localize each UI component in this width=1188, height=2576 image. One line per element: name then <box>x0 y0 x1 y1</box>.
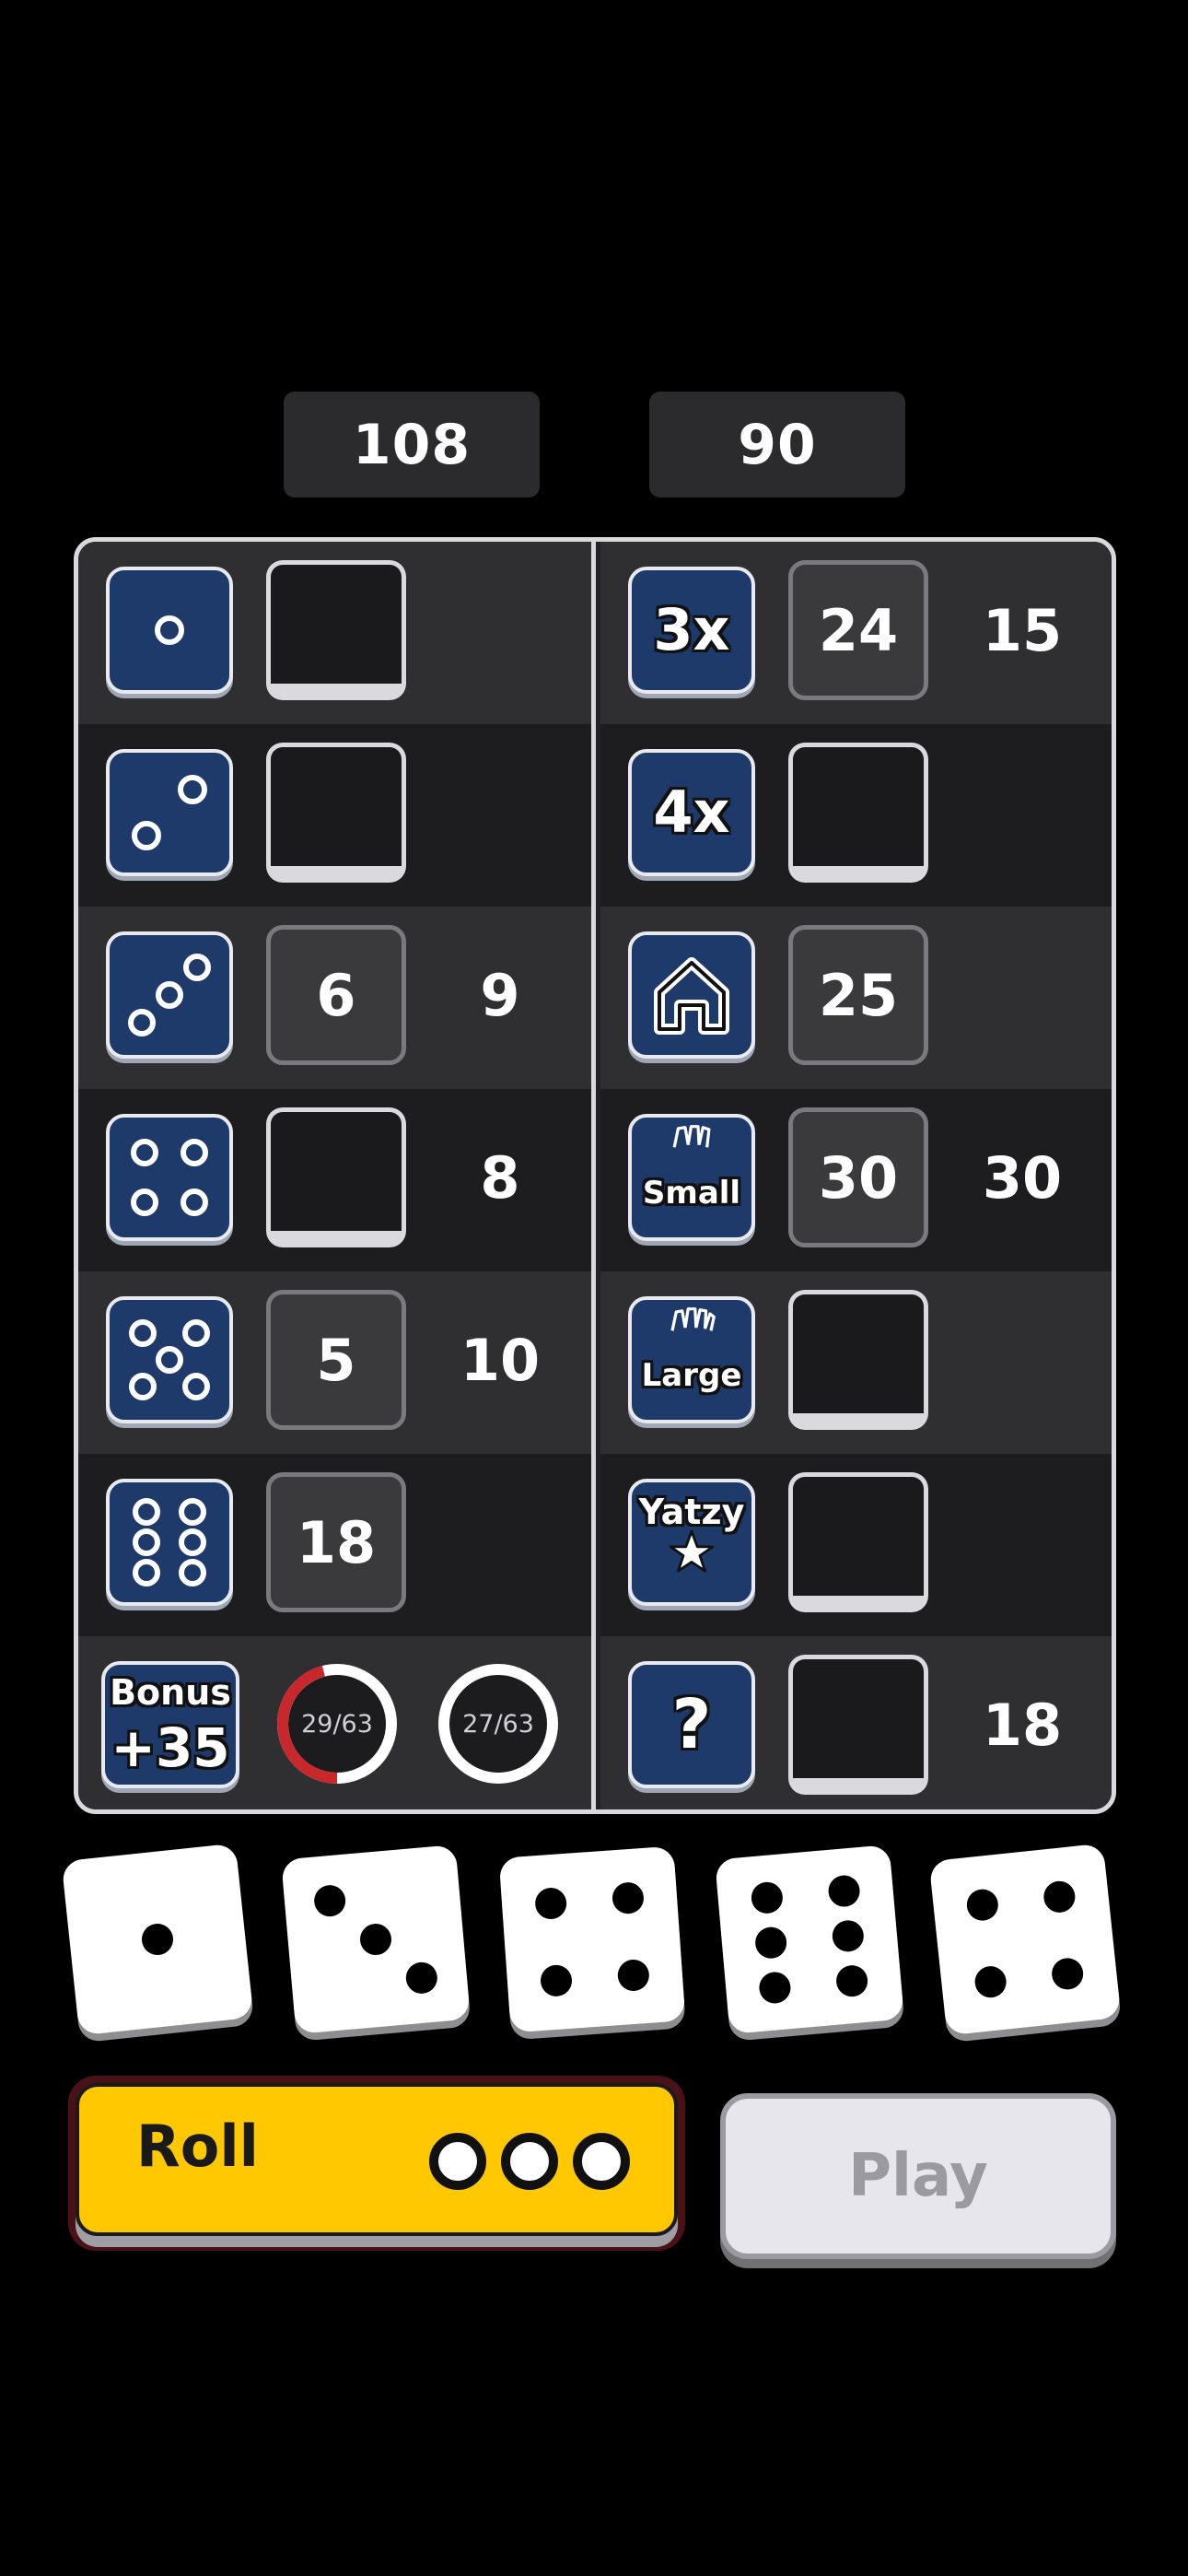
rolls-left-indicator <box>573 2133 630 2190</box>
upper-row-threes[interactable]: 6 9 <box>78 907 596 1089</box>
potential-full-house <box>958 907 1087 1083</box>
potential-yatzy <box>958 1454 1087 1631</box>
score-cell-chance[interactable] <box>788 1655 928 1795</box>
lower-row-large-straight[interactable]: Large <box>600 1271 1112 1454</box>
upper-row-sixes[interactable]: 18 <box>78 1454 596 1636</box>
die-pip <box>616 1958 650 1992</box>
score-cell-fives[interactable]: 5 <box>266 1290 406 1430</box>
die-pip <box>826 1873 861 1908</box>
score-cell-full-house[interactable]: 25 <box>788 925 928 1065</box>
upper-row-fives[interactable]: 5 10 <box>78 1271 596 1454</box>
bonus-label: Bonus <box>110 1672 231 1713</box>
bonus-progress-player2-label: 27/63 <box>462 1709 534 1739</box>
die-pip <box>611 1881 645 1915</box>
die-1[interactable] <box>61 1843 254 2036</box>
potential-fours: 8 <box>480 1143 520 1212</box>
potential-threes: 9 <box>480 961 520 1029</box>
bonus-icon: Bonus +35 <box>101 1661 239 1788</box>
lower-row-three-of-a-kind[interactable]: 3x 24 15 <box>600 542 1112 724</box>
lower-row-full-house[interactable]: 25 <box>600 907 1112 1089</box>
score-cell-three-of-a-kind[interactable]: 24 <box>788 560 928 700</box>
upper-row-fours[interactable]: 8 <box>78 1089 596 1271</box>
die-pip <box>540 1963 574 1997</box>
chance-icon: ? <box>628 1661 755 1788</box>
two-pip-die-icon <box>106 749 233 876</box>
score-cell-twos[interactable] <box>266 743 406 883</box>
small-straight-icon: Small <box>628 1114 755 1241</box>
potential-sixes <box>436 1454 565 1631</box>
die-2[interactable] <box>281 1844 471 2034</box>
lower-row-yatzy[interactable]: Yatzy <box>600 1454 1112 1636</box>
five-pip-die-icon <box>106 1296 233 1423</box>
roll-button[interactable]: Roll <box>68 2076 685 2251</box>
potential-fives: 10 <box>460 1326 541 1394</box>
lower-row-four-of-a-kind[interactable]: 4x <box>600 724 1112 907</box>
player1-score: 108 <box>284 392 540 498</box>
die-pip <box>403 1961 438 1995</box>
potential-chance: 18 <box>982 1691 1063 1759</box>
die-pip <box>834 1964 869 1998</box>
potential-four-of-a-kind <box>958 724 1087 901</box>
die-pip <box>831 1918 866 1953</box>
die-pip <box>1050 1956 1085 1991</box>
three-pip-die-icon <box>106 931 233 1059</box>
score-cell-sixes[interactable]: 18 <box>266 1472 406 1612</box>
score-cell-threes[interactable]: 6 <box>266 925 406 1065</box>
bonus-progress-player1: 29/63 <box>275 1662 399 1786</box>
die-4[interactable] <box>715 1844 904 2034</box>
bonus-amount: +35 <box>111 1716 230 1779</box>
score-cell-ones[interactable] <box>266 560 406 700</box>
potential-ones <box>436 542 565 719</box>
four-pip-die-icon <box>106 1114 233 1241</box>
score-cell-large-straight[interactable] <box>788 1290 928 1430</box>
die-pip <box>1042 1879 1077 1914</box>
lower-section: 3x 24 15 4x 25 Small 30 30 Large Yatzy ?… <box>600 542 1112 1809</box>
large-straight-icon: Large <box>628 1296 755 1423</box>
lower-row-chance[interactable]: ? 18 <box>600 1636 1112 1809</box>
rolls-left-indicator <box>429 2133 486 2190</box>
upper-row-twos[interactable] <box>78 724 596 907</box>
bonus-progress-player1-label: 29/63 <box>301 1709 373 1739</box>
upper-row-ones[interactable] <box>78 542 596 724</box>
upper-bonus-row: Bonus +35 29/63 27/63 <box>78 1636 596 1809</box>
potential-three-of-a-kind: 15 <box>982 596 1063 664</box>
die-pip <box>965 1888 1000 1923</box>
full-house-icon <box>628 931 755 1059</box>
four-of-a-kind-icon: 4x <box>628 749 755 876</box>
die-5[interactable] <box>928 1843 1122 2036</box>
score-cell-four-of-a-kind[interactable] <box>788 743 928 883</box>
die-pip <box>313 1884 348 1918</box>
die-pip <box>750 1880 785 1914</box>
die-pip <box>140 1922 175 1957</box>
die-pip <box>534 1887 568 1921</box>
die-pip <box>753 1926 788 1961</box>
one-pip-die-icon <box>106 567 233 694</box>
scorecard: 6 9 8 5 10 18 Bonus +35 29/63 27/63 3x 2… <box>74 537 1116 1814</box>
three-of-a-kind-icon: 3x <box>628 567 755 694</box>
score-cell-fours[interactable] <box>266 1107 406 1247</box>
play-button[interactable]: Play <box>720 2093 1116 2259</box>
die-3[interactable] <box>498 1845 686 2033</box>
score-cell-small-straight[interactable]: 30 <box>788 1107 928 1247</box>
potential-twos <box>436 724 565 901</box>
roll-button-label: Roll <box>136 2113 259 2180</box>
player2-score: 90 <box>649 392 905 498</box>
upper-section: 6 9 8 5 10 18 Bonus +35 29/63 27/63 <box>78 542 596 1809</box>
yatzy-icon: Yatzy <box>628 1479 755 1606</box>
bonus-progress-player2: 27/63 <box>437 1662 560 1786</box>
die-pip <box>973 1964 1008 1999</box>
potential-large-straight <box>958 1271 1087 1448</box>
lower-row-small-straight[interactable]: Small 30 30 <box>600 1089 1112 1271</box>
section-divider <box>591 542 596 1809</box>
potential-small-straight: 30 <box>982 1143 1063 1212</box>
six-pip-die-icon <box>106 1479 233 1606</box>
score-cell-yatzy[interactable] <box>788 1472 928 1612</box>
rolls-left-indicator <box>501 2133 558 2190</box>
die-pip <box>358 1922 393 1957</box>
die-pip <box>758 1971 793 2006</box>
